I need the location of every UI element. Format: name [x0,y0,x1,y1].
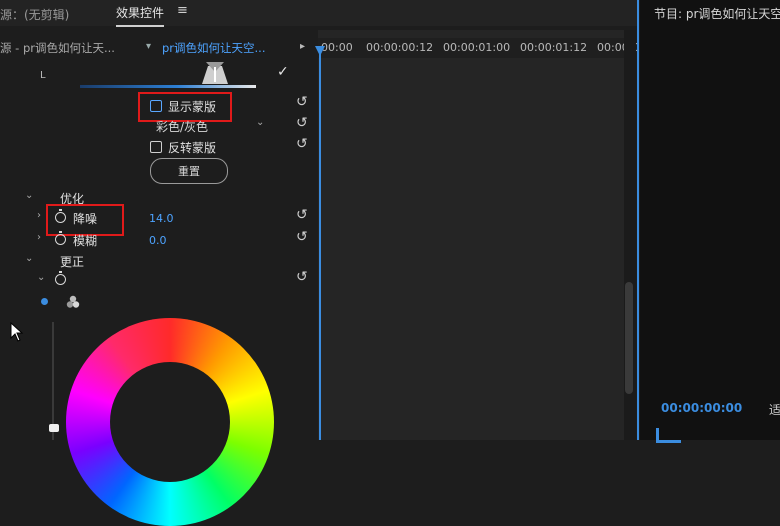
tab-effect-controls[interactable]: 效果控件 [116,4,165,27]
reset-icon[interactable]: ↺ [296,115,308,131]
timecode-tick: 00:00:00:12 [366,41,434,54]
reset-button-label: 重置 [178,165,200,178]
luma-vertical-slider[interactable] [52,322,54,440]
luma-slider-handle[interactable] [49,424,59,432]
program-monitor [640,0,780,440]
chevron-down-icon[interactable]: ⌄ [256,117,264,128]
checkmark-icon[interactable]: ✓ [277,64,289,80]
cursor-icon [10,322,24,342]
playhead-line[interactable] [319,48,321,440]
correction-section-label: 更正 [60,255,85,269]
reset-icon[interactable]: ↺ [296,136,308,152]
chevron-down-icon[interactable]: ▾ [146,41,151,52]
stopwatch-icon[interactable] [55,209,66,223]
in-point-marker [656,428,681,443]
menu-icon[interactable]: ≡ [177,3,188,18]
chevron-right-icon[interactable]: › [37,232,41,243]
reset-icon[interactable]: ↺ [296,269,308,285]
scrollbar-thumb[interactable] [625,282,633,394]
panel-divider[interactable] [637,0,639,440]
program-timecode[interactable]: 00:00:00:00 [661,401,742,415]
tab-source[interactable]: 源：(无剪辑) [0,6,69,23]
color-wheel-center[interactable] [110,362,230,482]
chevron-right-icon[interactable]: › [37,210,41,221]
luma-label: L [40,70,46,81]
chevron-down-icon[interactable]: ⌄ [25,190,33,201]
chevron-down-icon[interactable]: ⌄ [25,253,33,264]
blur-label: 模糊 [73,234,98,248]
three-wheels-icon[interactable] [66,295,80,309]
blur-value[interactable]: 0.0 [149,234,167,247]
invert-mask-checkbox[interactable] [150,141,162,153]
luma-range-slider[interactable] [80,85,256,88]
reset-icon[interactable]: ↺ [296,94,308,110]
stopwatch-icon[interactable] [55,271,66,285]
show-mask-label: 显示蒙版 [168,100,217,114]
panel-tab-bar [0,0,638,26]
fit-dropdown[interactable]: 适 [769,401,780,418]
single-wheel-mode-dot[interactable] [41,298,48,305]
timecode-tick: 00:00:01:12 [520,41,588,54]
play-icon[interactable]: ▸ [300,41,305,52]
reset-icon[interactable]: ↺ [296,207,308,223]
range-handle-icon[interactable] [196,58,234,84]
denoise-label: 降噪 [73,212,98,226]
sequence-clip-label[interactable]: pr调色如何让天空... [162,40,266,56]
timecode-tick: 00:00:01:00 [443,41,511,54]
denoise-value[interactable]: 14.0 [149,212,174,225]
timecode-tick: 00:00 [321,41,353,54]
show-mask-checkbox[interactable] [150,100,162,112]
chevron-down-icon[interactable]: ⌄ [37,272,45,283]
playhead-icon[interactable] [315,46,325,56]
reset-icon[interactable]: ↺ [296,229,308,245]
program-monitor-title[interactable]: 节目: pr调色如何让天空 [654,5,780,22]
timeline-area[interactable] [318,30,624,440]
mask-type-value: 彩色/灰色 [156,120,209,134]
stopwatch-icon[interactable] [55,231,66,245]
invert-mask-label: 反转蒙版 [168,141,217,155]
master-clip-label[interactable]: 源 - pr调色如何让天... [0,40,115,56]
